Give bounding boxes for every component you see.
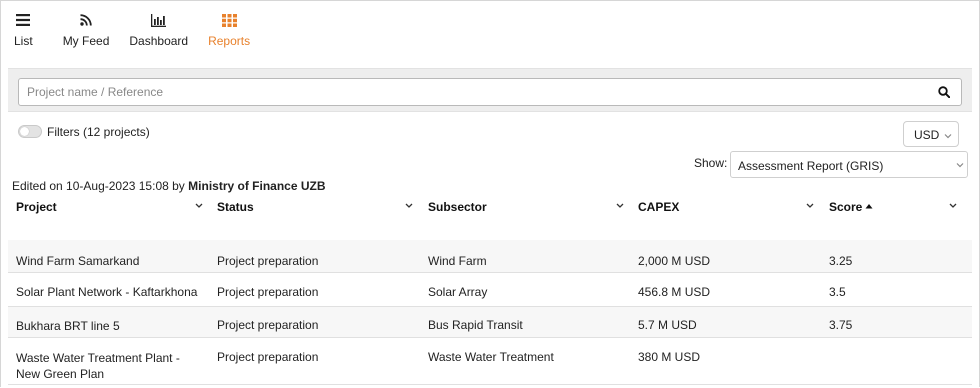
chevron-down-icon[interactable] xyxy=(615,202,625,210)
chevron-down-icon[interactable] xyxy=(948,202,958,210)
nav-list-label: List xyxy=(14,34,33,48)
column-header-score[interactable]: Score xyxy=(829,200,862,214)
currency-value: USD xyxy=(914,128,940,142)
cell-subsector: Bus Rapid Transit xyxy=(428,318,523,332)
cell-subsector: Solar Array xyxy=(428,285,488,299)
chevron-down-icon[interactable] xyxy=(404,202,414,210)
search-input[interactable] xyxy=(27,82,907,102)
chevron-down-icon[interactable] xyxy=(805,202,815,210)
cell-status: Project preparation xyxy=(217,254,319,268)
column-header-subsector[interactable]: Subsector xyxy=(428,200,487,214)
cell-project[interactable]: Waste Water Treatment Plant - New Green … xyxy=(16,350,206,382)
cell-subsector: Waste Water Treatment xyxy=(428,350,554,364)
nav-my-feed[interactable]: My Feed xyxy=(62,12,110,48)
nav-reports[interactable]: Reports xyxy=(208,12,250,48)
table-row[interactable]: Solar Plant Network - Kaftarkhona Projec… xyxy=(8,273,972,307)
cell-capex: 380 M USD xyxy=(638,350,701,364)
edited-prefix: Edited on 10-Aug-2023 15:08 by xyxy=(12,179,185,193)
search-box xyxy=(18,78,962,106)
cell-capex: 456.8 M USD xyxy=(638,285,711,299)
chevron-down-icon xyxy=(956,163,964,168)
report-type-select[interactable]: Assessment Report (GRIS) xyxy=(730,151,968,178)
filters-toggle[interactable] xyxy=(18,125,42,138)
table-row[interactable]: Wind Farm Samarkand Project preparation … xyxy=(8,240,972,273)
chevron-down-icon xyxy=(944,134,952,139)
cell-project[interactable]: Solar Plant Network - Kaftarkhona xyxy=(16,284,206,300)
list-icon xyxy=(15,12,31,28)
show-label: Show: xyxy=(694,156,728,170)
filters-label: Filters (12 projects) xyxy=(47,125,150,139)
table-header: Project Status Subsector CAPEX Score xyxy=(8,196,972,241)
search-band xyxy=(8,68,972,112)
nav-list[interactable]: List xyxy=(14,12,33,48)
cell-project[interactable]: Wind Farm Samarkand xyxy=(16,253,206,269)
grid-icon xyxy=(221,12,237,28)
cell-status: Project preparation xyxy=(217,318,319,332)
top-nav: List My Feed Dashboard Reports xyxy=(14,12,272,48)
cell-score: 3.25 xyxy=(829,254,853,268)
cell-score: 3.5 xyxy=(829,285,846,299)
toggle-knob xyxy=(20,127,29,136)
cell-score: 3.75 xyxy=(829,318,853,332)
search-button[interactable] xyxy=(935,83,953,101)
search-icon xyxy=(938,86,950,98)
cell-capex: 2,000 M USD xyxy=(638,254,711,268)
edited-author: Ministry of Finance UZB xyxy=(188,179,326,193)
edited-info: Edited on 10-Aug-2023 15:08 by Ministry … xyxy=(12,179,326,193)
currency-select[interactable]: USD xyxy=(903,121,959,147)
sort-ascending-icon[interactable] xyxy=(865,203,873,209)
cell-status: Project preparation xyxy=(217,285,319,299)
cell-subsector: Wind Farm xyxy=(428,254,487,268)
chevron-down-icon[interactable] xyxy=(194,202,204,210)
table-row[interactable]: Waste Water Treatment Plant - New Green … xyxy=(8,338,972,385)
nav-my-feed-label: My Feed xyxy=(62,34,110,48)
report-type-value: Assessment Report (GRIS) xyxy=(738,159,884,173)
cell-project[interactable]: Bukhara BRT line 5 xyxy=(16,318,206,334)
column-header-status[interactable]: Status xyxy=(217,200,254,214)
bar-chart-icon xyxy=(151,12,167,28)
cell-capex: 5.7 M USD xyxy=(638,318,697,332)
rss-feed-icon xyxy=(78,12,94,28)
nav-dashboard[interactable]: Dashboard xyxy=(129,12,188,48)
table-row[interactable]: Bukhara BRT line 5 Project preparation B… xyxy=(8,307,972,338)
cell-status: Project preparation xyxy=(217,350,319,364)
column-header-capex[interactable]: CAPEX xyxy=(638,200,679,214)
nav-dashboard-label: Dashboard xyxy=(129,34,189,48)
column-header-project[interactable]: Project xyxy=(16,200,57,214)
nav-reports-label: Reports xyxy=(208,34,251,48)
